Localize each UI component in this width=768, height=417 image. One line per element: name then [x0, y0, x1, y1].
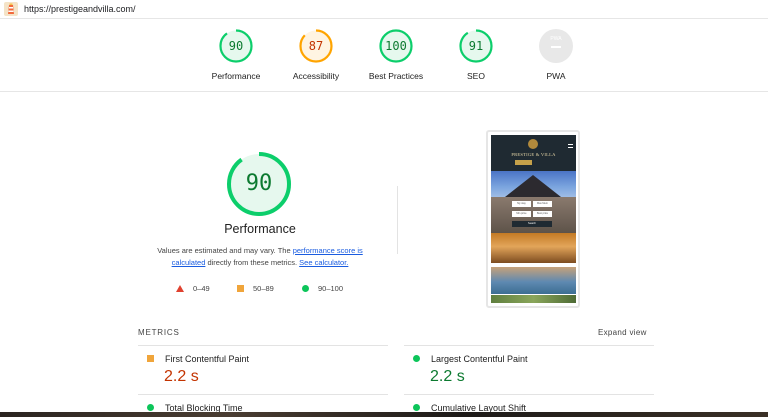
- average-square-icon: [147, 355, 154, 362]
- site-cta: [515, 160, 532, 165]
- score-gauge: 90: [219, 29, 253, 63]
- legend-range: 90–100: [318, 284, 344, 293]
- fail-triangle-icon: [176, 285, 184, 292]
- garden-image: [491, 295, 576, 303]
- gauge-performance[interactable]: 90 Performance: [191, 29, 281, 81]
- divider: [138, 345, 388, 346]
- form-field: Max Mem: [533, 201, 552, 207]
- pass-circle-icon: [302, 285, 309, 292]
- expand-view-toggle[interactable]: Expand view: [598, 328, 647, 337]
- dash-icon: [551, 46, 561, 48]
- metric-value: 2.2 s: [430, 368, 465, 385]
- gauge-best-practices[interactable]: 100 Best Practices: [351, 29, 441, 81]
- gauge-score: 100: [385, 39, 407, 53]
- gauge-label: Performance: [211, 71, 261, 81]
- gauge-score: 87: [308, 39, 324, 53]
- metric-name: Largest Contentful Paint: [431, 354, 528, 364]
- score-gauge: 87: [299, 29, 333, 63]
- legend-average: 50–89: [237, 284, 274, 293]
- legend-range: 0–49: [193, 284, 210, 293]
- pass-circle-icon: [413, 355, 420, 362]
- score-gauge: 91: [459, 29, 493, 63]
- divider: [404, 345, 654, 346]
- pool-image: [491, 267, 576, 294]
- villa-image: [491, 233, 576, 263]
- legend-range: 50–89: [253, 284, 274, 293]
- performance-description: Values are estimated and may vary. The p…: [140, 245, 380, 269]
- final-screenshot[interactable]: PRESTIGE & VILLA My stay Max Mem Min pri…: [486, 130, 580, 308]
- legend-pass: 90–100: [302, 284, 343, 293]
- pass-circle-icon: [147, 404, 154, 411]
- form-field: Best price: [533, 211, 552, 217]
- form-search-button: Search: [512, 221, 552, 227]
- lighthouse-icon: [4, 2, 18, 16]
- category-summary: 90 Performance 87 Accessibility 100 Best…: [0, 20, 768, 92]
- divider: [138, 394, 388, 395]
- metric-name: First Contentful Paint: [165, 354, 250, 364]
- divider: [404, 394, 654, 395]
- form-field: My stay: [512, 201, 531, 207]
- gauge-label: Best Practices: [368, 71, 424, 81]
- gauge-accessibility[interactable]: 87 Accessibility: [271, 29, 361, 81]
- score-gauge: 100: [379, 29, 413, 63]
- address-bar: https://prestigeandvilla.com/: [0, 0, 768, 19]
- pwa-badge-text: PWA: [550, 36, 562, 42]
- site-header: PRESTIGE & VILLA: [491, 135, 576, 171]
- divider: [397, 186, 398, 254]
- performance-score-gauge: 90: [226, 151, 292, 217]
- metrics-heading: METRICS: [138, 328, 180, 337]
- hamburger-icon: [568, 144, 573, 148]
- roof-image: [505, 175, 561, 197]
- see-calculator-link[interactable]: See calculator.: [299, 258, 348, 267]
- metric-value: 2.2 s: [164, 368, 199, 385]
- gauge-label: PWA: [546, 71, 566, 81]
- performance-score: 90: [245, 171, 273, 196]
- gauge-pwa[interactable]: PWA PWA: [511, 29, 601, 81]
- gauge-score: 90: [228, 39, 244, 53]
- description-text: directly from these metrics.: [205, 258, 300, 267]
- page-url[interactable]: https://prestigeandvilla.com/: [24, 4, 136, 14]
- gauge-seo[interactable]: 91 SEO: [431, 29, 521, 81]
- legend-fail: 0–49: [176, 284, 210, 293]
- screenshot-content: PRESTIGE & VILLA My stay Max Mem Min pri…: [491, 135, 576, 303]
- site-brand: PRESTIGE & VILLA: [511, 152, 556, 157]
- form-field: Min price: [512, 211, 531, 217]
- performance-title: Performance: [224, 222, 296, 236]
- average-square-icon: [237, 285, 244, 292]
- gauge-label: Accessibility: [292, 71, 340, 81]
- crest-logo-icon: [528, 139, 538, 149]
- gauge-score: 91: [468, 39, 484, 53]
- taskbar-strip: [0, 412, 768, 417]
- description-text: Values are estimated and may vary. The: [157, 246, 293, 255]
- gauge-label: SEO: [467, 71, 485, 81]
- pass-circle-icon: [413, 404, 420, 411]
- pwa-badge-icon: PWA: [539, 29, 573, 63]
